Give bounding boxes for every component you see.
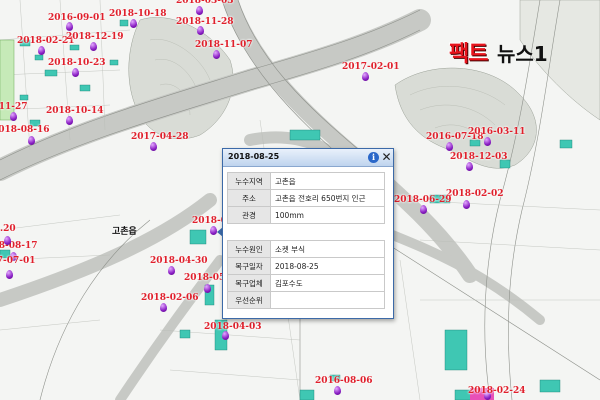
leak-marker-icon[interactable] bbox=[420, 205, 427, 214]
leak-marker-icon[interactable] bbox=[4, 236, 11, 245]
popup-header: 2018-08-25 i ✕ bbox=[223, 149, 393, 167]
leak-marker-icon[interactable] bbox=[66, 116, 73, 125]
marker-date[interactable]: 2018-02-24 bbox=[468, 386, 526, 396]
marker-date[interactable]: 2016-08-06 bbox=[315, 376, 373, 386]
table-row: 복구업체 김포수도 bbox=[227, 274, 385, 292]
marker-date[interactable]: 2018-10-14 bbox=[46, 106, 104, 116]
marker-date[interactable]: 2018-10-18 bbox=[109, 9, 167, 19]
field-label: 복구업체 bbox=[227, 274, 271, 292]
leak-marker-icon[interactable] bbox=[222, 331, 229, 340]
field-label: 관경 bbox=[227, 206, 271, 224]
leak-marker-icon[interactable] bbox=[213, 50, 220, 59]
marker-date[interactable]: 2018-04-30 bbox=[150, 256, 208, 266]
news-logo: 팩트 뉴스1 bbox=[449, 36, 579, 68]
field-label: 누수지역 bbox=[227, 172, 271, 190]
field-value: 100mm bbox=[270, 206, 385, 224]
field-value: 2018-08-25 bbox=[270, 257, 385, 275]
repair-info-table: 누수원인 소켓 부식 복구일자 2018-08-25 복구업체 김포수도 우선순… bbox=[227, 240, 385, 309]
leak-marker-icon[interactable] bbox=[210, 226, 217, 235]
marker-date[interactable]: 2017-02-01 bbox=[342, 62, 400, 72]
info-icon[interactable]: i bbox=[368, 152, 379, 163]
marker-date[interactable]: 2018-08-16 bbox=[0, 125, 50, 135]
table-row: 복구일자 2018-08-25 bbox=[227, 257, 385, 275]
field-label: 복구일자 bbox=[227, 257, 271, 275]
leak-marker-icon[interactable] bbox=[463, 200, 470, 209]
marker-date[interactable]: 2018-11-27 bbox=[0, 102, 28, 112]
field-label: 주소 bbox=[227, 189, 271, 207]
field-label: 누수원인 bbox=[227, 240, 271, 258]
leak-marker-icon[interactable] bbox=[197, 26, 204, 35]
place-label-gochon: 고촌읍 bbox=[112, 227, 137, 237]
logo-main-text: 팩트 bbox=[449, 42, 488, 67]
info-popup: 2018-08-25 i ✕ 누수지역 고촌읍 주소 고촌읍 전호리 650번지… bbox=[222, 148, 394, 319]
leak-marker-icon[interactable] bbox=[362, 72, 369, 81]
marker-date[interactable]: 2018-11-07 bbox=[195, 40, 253, 50]
field-value: 소켓 부식 bbox=[270, 240, 385, 258]
field-value: 고촌읍 bbox=[270, 172, 385, 190]
logo-sub-text: 뉴스1 bbox=[497, 42, 548, 66]
leak-marker-icon[interactable] bbox=[334, 386, 341, 395]
field-value: 고촌읍 전호리 650번지 인근 bbox=[270, 189, 385, 207]
table-row: 관경 100mm bbox=[227, 206, 385, 224]
leak-marker-icon[interactable] bbox=[90, 42, 97, 51]
field-value bbox=[270, 291, 385, 309]
close-icon[interactable]: ✕ bbox=[381, 150, 392, 164]
popup-title: 2018-08-25 bbox=[228, 152, 280, 161]
leak-info-table: 누수지역 고촌읍 주소 고촌읍 전호리 650번지 인근 관경 100mm bbox=[227, 172, 385, 224]
leak-marker-icon[interactable] bbox=[6, 270, 13, 279]
leak-marker-icon[interactable] bbox=[204, 284, 211, 293]
field-value: 김포수도 bbox=[270, 274, 385, 292]
table-row: 누수지역 고촌읍 bbox=[227, 172, 385, 190]
leak-marker-icon[interactable] bbox=[10, 112, 17, 121]
leak-marker-icon[interactable] bbox=[484, 137, 491, 146]
leak-marker-icon[interactable] bbox=[130, 19, 137, 28]
marker-date[interactable]: 2018-11-28 bbox=[176, 17, 234, 27]
marker-date[interactable]: 2018-12-19 bbox=[66, 32, 124, 42]
marker-date[interactable]: 2017-04-28 bbox=[131, 132, 189, 142]
marker-date[interactable]: 2018-02-06 bbox=[141, 293, 199, 303]
marker-date[interactable]: 2018-12-03 bbox=[450, 152, 508, 162]
leak-marker-icon[interactable] bbox=[72, 68, 79, 77]
leak-marker-icon[interactable] bbox=[446, 142, 453, 151]
leak-marker-icon[interactable] bbox=[150, 142, 157, 151]
leak-marker-icon[interactable] bbox=[38, 46, 45, 55]
marker-date[interactable]: 2018-03-03 bbox=[176, 0, 234, 6]
leak-marker-icon[interactable] bbox=[466, 162, 473, 171]
marker-date[interactable]: 2018-04-03 bbox=[204, 322, 262, 332]
field-label: 우선순위 bbox=[227, 291, 271, 309]
marker-date[interactable]: 2018-02-02 bbox=[446, 189, 504, 199]
table-row: 누수원인 소켓 부식 bbox=[227, 240, 385, 258]
marker-date[interactable]: 2017-07-01 bbox=[0, 256, 36, 266]
marker-date[interactable]: 2016-09-01 bbox=[48, 13, 106, 23]
leak-marker-icon[interactable] bbox=[28, 136, 35, 145]
leak-marker-icon[interactable] bbox=[160, 303, 167, 312]
table-row: 주소 고촌읍 전호리 650번지 인근 bbox=[227, 189, 385, 207]
marker-date[interactable]: 2016-03-11 bbox=[468, 127, 526, 137]
marker-date[interactable]: 2018-06-29 bbox=[394, 195, 452, 205]
table-row: 우선순위 bbox=[227, 291, 385, 309]
marker-date[interactable]: .20 bbox=[0, 224, 16, 234]
leak-marker-icon[interactable] bbox=[196, 6, 203, 15]
marker-date[interactable]: 2018-10-23 bbox=[48, 58, 106, 68]
leak-marker-icon[interactable] bbox=[168, 266, 175, 275]
leak-marker-icon[interactable] bbox=[66, 22, 73, 31]
